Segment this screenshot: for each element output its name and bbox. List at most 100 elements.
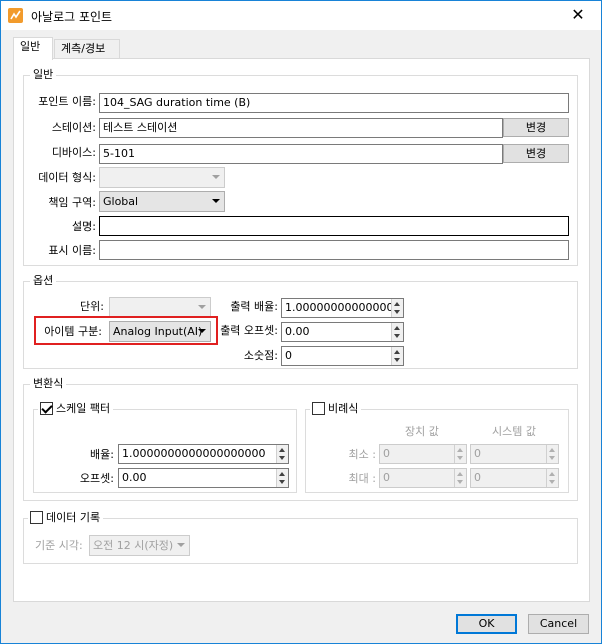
arrow-up-icon xyxy=(394,326,400,330)
offset-spinner[interactable]: 0.00 xyxy=(118,468,289,488)
spinner-buttons[interactable] xyxy=(391,299,403,317)
output-offset-value: 0.00 xyxy=(285,325,310,338)
arrow-up-icon xyxy=(549,448,555,452)
analog-point-dialog: 아날로그 포인트 ✕ 일반 계측/경보 일반 포인트 이름: 104_SAG d… xyxy=(0,0,602,644)
spinner-buttons[interactable] xyxy=(454,469,466,487)
output-scale-label: 출력 배율: xyxy=(230,300,278,313)
proportional-header: 비례식 xyxy=(310,402,362,416)
device-input[interactable]: 5-101 xyxy=(99,144,503,164)
arrow-down-icon xyxy=(394,358,400,362)
min-device-spinner[interactable]: 0 xyxy=(379,444,467,464)
data-type-select[interactable] xyxy=(99,167,225,188)
output-scale-value: 1.0000000000000000 xyxy=(285,301,404,314)
arrow-up-icon xyxy=(394,350,400,354)
decimal-value: 0 xyxy=(285,349,292,362)
display-name-input[interactable] xyxy=(99,240,569,260)
output-scale-spinner[interactable]: 1.0000000000000000 xyxy=(281,298,404,318)
arrow-down-icon xyxy=(394,334,400,338)
min-device-value: 0 xyxy=(383,447,390,460)
ratio-value: 1.0000000000000000000 xyxy=(122,447,266,460)
system-value-header: 시스템 값 xyxy=(492,425,536,438)
spinner-buttons[interactable] xyxy=(546,445,558,463)
chevron-down-icon xyxy=(177,543,185,547)
spinner-buttons[interactable] xyxy=(391,347,403,365)
app-icon xyxy=(8,8,23,23)
spinner-buttons[interactable] xyxy=(276,445,288,463)
description-input[interactable] xyxy=(99,216,569,236)
base-time-value: 오전 12 시(자정) xyxy=(93,539,174,552)
arrow-down-icon xyxy=(394,310,400,314)
offset-label: 오프셋: xyxy=(79,472,114,485)
responsibility-value: Global xyxy=(103,195,139,208)
tab-measurement-alarm[interactable]: 계측/경보 xyxy=(54,39,120,59)
arrow-up-icon xyxy=(457,472,463,476)
station-label: 스테이션: xyxy=(51,121,96,134)
device-value-header: 장치 값 xyxy=(405,425,439,438)
arrow-down-icon xyxy=(279,480,285,484)
responsibility-select[interactable]: Global xyxy=(99,191,225,212)
max-device-value: 0 xyxy=(383,471,390,484)
unit-select[interactable] xyxy=(109,297,211,318)
data-log-checkbox[interactable] xyxy=(30,511,43,524)
min-system-spinner[interactable]: 0 xyxy=(470,444,559,464)
min-system-value: 0 xyxy=(474,447,481,460)
general-group-title: 일반 xyxy=(30,68,57,82)
arrow-up-icon xyxy=(279,472,285,476)
window-title: 아날로그 포인트 xyxy=(31,10,113,24)
spinner-buttons[interactable] xyxy=(276,469,288,487)
scale-factor-header: 스케일 팩터 xyxy=(38,402,114,416)
description-label: 설명: xyxy=(72,220,96,233)
arrow-up-icon xyxy=(279,448,285,452)
decimal-label: 소숫점: xyxy=(243,349,278,362)
arrow-up-icon xyxy=(549,472,555,476)
arrow-down-icon xyxy=(457,480,463,484)
cancel-button[interactable]: Cancel xyxy=(528,614,589,634)
tab-general[interactable]: 일반 xyxy=(13,37,53,60)
ok-button[interactable]: OK xyxy=(456,614,517,634)
data-log-title: 데이터 기록 xyxy=(46,511,101,524)
proportional-checkbox[interactable] xyxy=(312,402,325,415)
device-label: 디바이스: xyxy=(51,146,96,159)
data-type-label: 데이터 형식: xyxy=(38,171,96,184)
arrow-up-icon xyxy=(457,448,463,452)
data-log-header: 데이터 기록 xyxy=(28,511,104,525)
chevron-down-icon xyxy=(212,175,220,179)
ratio-spinner[interactable]: 1.0000000000000000000 xyxy=(118,444,289,464)
arrow-down-icon xyxy=(457,456,463,460)
station-input[interactable]: 테스트 스테이션 xyxy=(99,118,503,138)
min-label: 최소 : xyxy=(348,448,376,461)
unit-label: 단위: xyxy=(80,300,104,313)
arrow-down-icon xyxy=(549,480,555,484)
max-system-value: 0 xyxy=(474,471,481,484)
responsibility-label: 책임 구역: xyxy=(48,196,96,209)
arrow-down-icon xyxy=(279,456,285,460)
title-bar: 아날로그 포인트 ✕ xyxy=(1,1,601,30)
spinner-buttons[interactable] xyxy=(391,323,403,341)
close-icon[interactable]: ✕ xyxy=(555,1,601,30)
station-change-button[interactable]: 변경 xyxy=(503,118,569,137)
max-system-spinner[interactable]: 0 xyxy=(470,468,559,488)
display-name-label: 표시 이름: xyxy=(48,244,96,257)
max-device-spinner[interactable]: 0 xyxy=(379,468,467,488)
ratio-label: 배율: xyxy=(90,448,114,461)
spinner-buttons[interactable] xyxy=(454,445,466,463)
output-offset-spinner[interactable]: 0.00 xyxy=(281,322,404,342)
conversion-group-title: 변환식 xyxy=(30,377,67,391)
offset-value: 0.00 xyxy=(122,471,147,484)
max-label: 최대 : xyxy=(348,472,376,485)
point-name-label: 포인트 이름: xyxy=(38,95,96,108)
device-change-button[interactable]: 변경 xyxy=(503,144,569,163)
spinner-buttons[interactable] xyxy=(546,469,558,487)
options-group-title: 옵션 xyxy=(30,274,57,288)
arrow-up-icon xyxy=(394,302,400,306)
scale-factor-title: 스케일 팩터 xyxy=(56,402,111,415)
point-name-input[interactable]: 104_SAG duration time (B) xyxy=(99,93,569,113)
base-time-label: 기준 시각: xyxy=(35,539,83,552)
proportional-title: 비례식 xyxy=(328,402,359,415)
scale-factor-checkbox[interactable] xyxy=(40,402,53,415)
arrow-down-icon xyxy=(549,456,555,460)
chevron-down-icon xyxy=(212,199,220,203)
decimal-spinner[interactable]: 0 xyxy=(281,346,404,366)
item-type-highlight xyxy=(34,316,218,345)
base-time-select[interactable]: 오전 12 시(자정) xyxy=(89,535,190,556)
